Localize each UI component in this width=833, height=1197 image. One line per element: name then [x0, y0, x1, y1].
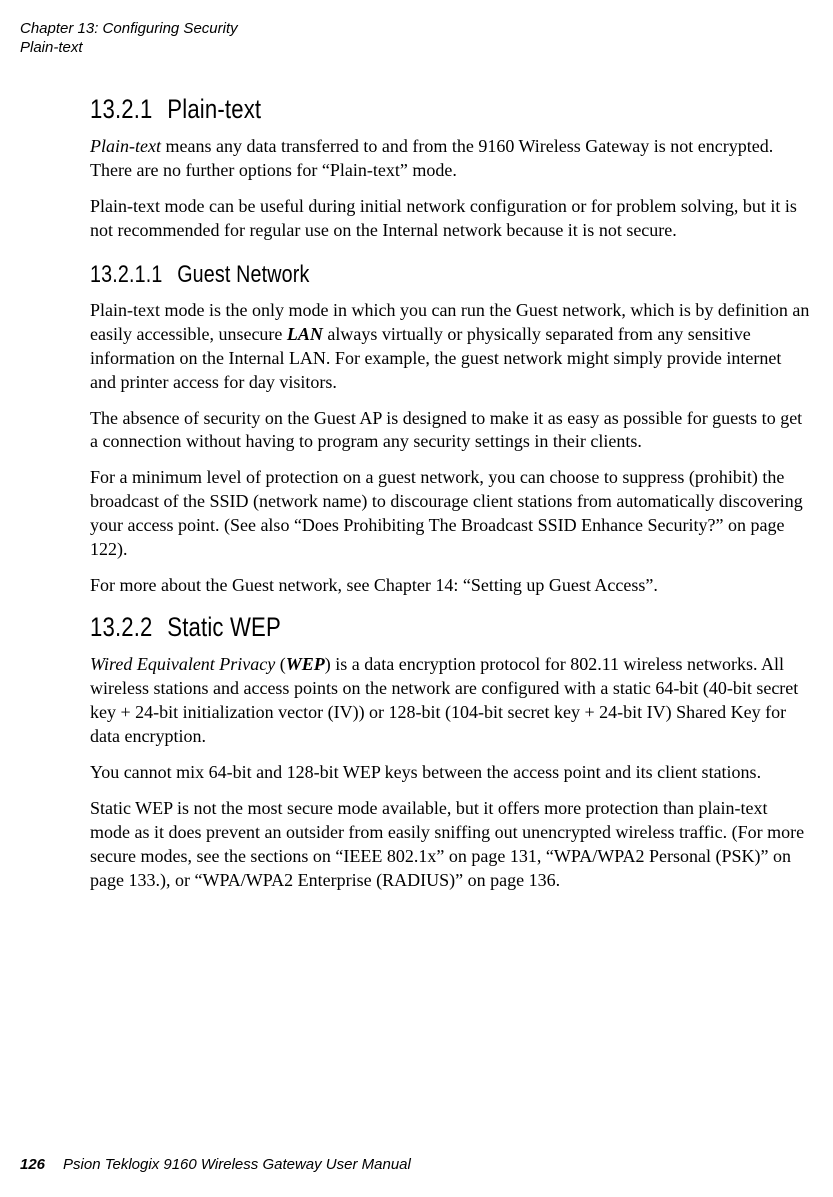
running-header: Chapter 13: Configuring Security Plain-t… — [20, 20, 238, 58]
term-wep-long: Wired Equivalent Privacy — [90, 654, 275, 674]
content-area: 13.2.1 Plain-text Plain-text means any da… — [90, 80, 810, 905]
footer: 126 Psion Teklogix 9160 Wireless Gateway … — [20, 1156, 411, 1173]
paragraph: Plain-text means any data transferred to… — [90, 135, 810, 183]
paragraph: Wired Equivalent Privacy (WEP) is a data… — [90, 653, 810, 749]
heading-title: Plain-text — [167, 94, 261, 124]
heading-13-2-1-1: 13.2.1.1 Guest Network — [90, 261, 680, 289]
heading-number: 13.2.2 — [90, 612, 153, 643]
heading-13-2-1: 13.2.1 Plain-text — [90, 94, 680, 125]
heading-number: 13.2.1.1 — [90, 261, 162, 289]
heading-13-2-2: 13.2.2 Static WEP — [90, 612, 680, 643]
paragraph: Plain-text mode is the only mode in whic… — [90, 299, 810, 395]
paragraph: For a minimum level of protection on a g… — [90, 466, 810, 562]
paragraph: You cannot mix 64-bit and 128-bit WEP ke… — [90, 761, 810, 785]
text: means any data transferred to and from t… — [90, 136, 773, 180]
header-chapter: Chapter 13: Configuring Security — [20, 20, 238, 39]
term-plain-text: Plain-text — [90, 136, 161, 156]
paragraph: Plain-text mode can be useful during ini… — [90, 195, 810, 243]
heading-number: 13.2.1 — [90, 94, 153, 125]
text: ( — [275, 654, 286, 674]
term-wep: WEP — [286, 654, 325, 674]
heading-title: Static WEP — [167, 612, 281, 642]
paragraph: For more about the Guest network, see Ch… — [90, 574, 810, 598]
header-section: Plain-text — [20, 39, 238, 58]
heading-title: Guest Network — [177, 261, 309, 288]
paragraph: The absence of security on the Guest AP … — [90, 407, 810, 455]
term-lan: LAN — [287, 324, 323, 344]
footer-title: Psion Teklogix 9160 Wireless Gateway Use… — [63, 1156, 411, 1173]
page-number: 126 — [20, 1156, 45, 1173]
paragraph: Static WEP is not the most secure mode a… — [90, 797, 810, 893]
page: Chapter 13: Configuring Security Plain-t… — [0, 0, 833, 1197]
